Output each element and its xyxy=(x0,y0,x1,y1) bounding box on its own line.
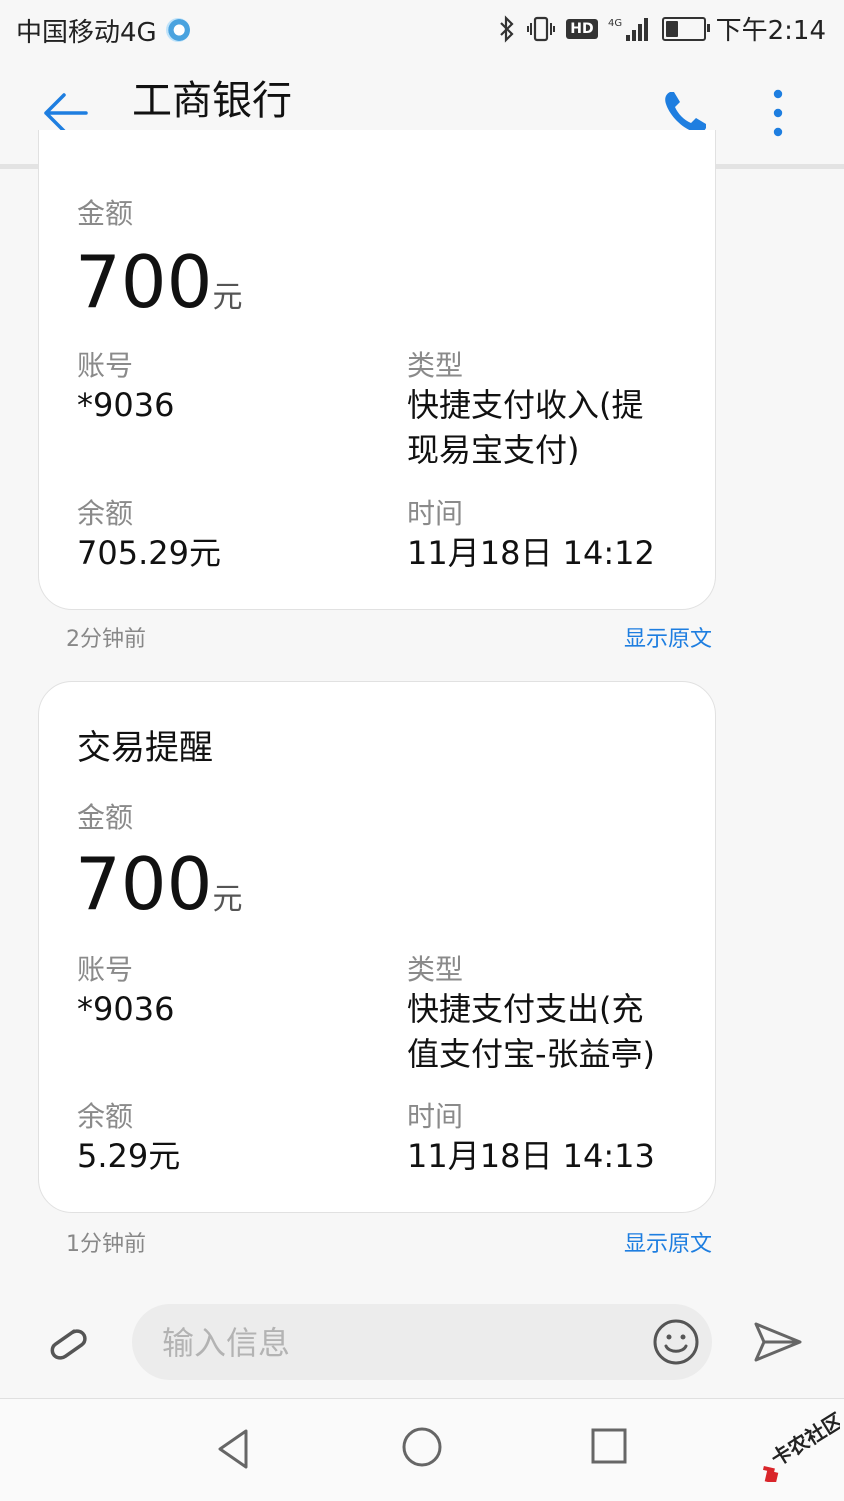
amount-number: 700 xyxy=(75,240,213,324)
network-type-label: 4G xyxy=(608,18,622,29)
amount-label: 金额 xyxy=(77,197,134,230)
message-input[interactable] xyxy=(160,1318,634,1368)
type-value-line2: 值支付宝-张益亭) xyxy=(407,1035,656,1073)
account-value: *9036 xyxy=(77,990,175,1028)
time-value: 11月18日 14:13 xyxy=(407,1137,655,1175)
account-label: 账号 xyxy=(77,349,134,382)
system-nav-bar xyxy=(0,1398,844,1501)
message-composer xyxy=(0,1290,844,1394)
amount-value: 700元 xyxy=(75,242,242,338)
nav-home-icon[interactable] xyxy=(400,1425,444,1469)
battery-fill xyxy=(665,20,679,37)
nav-recent-apps-icon[interactable] xyxy=(590,1427,628,1465)
message-input-container xyxy=(132,1304,712,1380)
emoji-icon[interactable] xyxy=(650,1316,702,1368)
status-bar: 中国移动4G HD 4G 下午2:14 xyxy=(0,0,844,58)
balance-label: 余额 xyxy=(77,497,134,530)
amount-number: 700 xyxy=(75,842,213,926)
more-options-icon[interactable] xyxy=(764,86,792,140)
contact-name: 工商银行 xyxy=(132,78,292,124)
watermark-text: 卡农社区 xyxy=(767,1410,840,1471)
amount-value: 700元 xyxy=(75,844,242,940)
type-value-line1: 快捷支付收入(提 xyxy=(407,386,644,424)
message-sent-time: 1分钟前 xyxy=(66,1232,146,1257)
vibrate-icon xyxy=(527,16,556,41)
status-icons: HD 4G 下午2:14 xyxy=(498,10,826,47)
type-value-line1: 快捷支付支出(充 xyxy=(407,990,644,1028)
message-sent-time: 2分钟前 xyxy=(66,627,146,652)
message-card[interactable]: 交易提醒 金额 700元 账号 *9036 类型 快捷支付支出(充 值支付宝-张… xyxy=(38,681,716,1213)
message-heading: 交易提醒 xyxy=(77,728,213,768)
balance-value: 5.29元 xyxy=(77,1137,181,1175)
account-value: *9036 xyxy=(77,386,175,424)
time-value: 11月18日 14:12 xyxy=(407,534,655,572)
amount-unit: 元 xyxy=(212,280,243,315)
account-label: 账号 xyxy=(77,953,134,986)
nav-back-icon[interactable] xyxy=(212,1427,256,1471)
show-original-link[interactable]: 显示原文 xyxy=(624,621,712,653)
carrier-label: 中国移动4G xyxy=(16,18,157,48)
amount-label: 金额 xyxy=(77,801,134,834)
hd-call-icon xyxy=(166,18,190,42)
time-label: 时间 xyxy=(407,1100,464,1133)
bluetooth-icon xyxy=(500,14,514,43)
signal-icon: 4G xyxy=(608,17,648,41)
type-label: 类型 xyxy=(407,349,464,382)
balance-value: 705.29元 xyxy=(77,534,221,572)
type-value-line2: 现易宝支付) xyxy=(407,431,580,469)
send-icon[interactable] xyxy=(752,1320,804,1364)
amount-unit: 元 xyxy=(212,882,243,917)
watermark-logo: 卡农社区 xyxy=(762,1410,840,1482)
hd-icon: HD xyxy=(566,18,598,39)
clock: 下午2:14 xyxy=(715,16,826,46)
type-label: 类型 xyxy=(407,953,464,986)
show-original-link[interactable]: 显示原文 xyxy=(624,1226,712,1258)
balance-label: 余额 xyxy=(77,1100,134,1133)
attachment-icon[interactable] xyxy=(42,1318,90,1366)
battery-icon xyxy=(661,16,710,41)
time-label: 时间 xyxy=(407,497,464,530)
message-card[interactable]: 金额 700元 账号 *9036 类型 快捷支付收入(提 现易宝支付) 余额 7… xyxy=(38,130,716,610)
